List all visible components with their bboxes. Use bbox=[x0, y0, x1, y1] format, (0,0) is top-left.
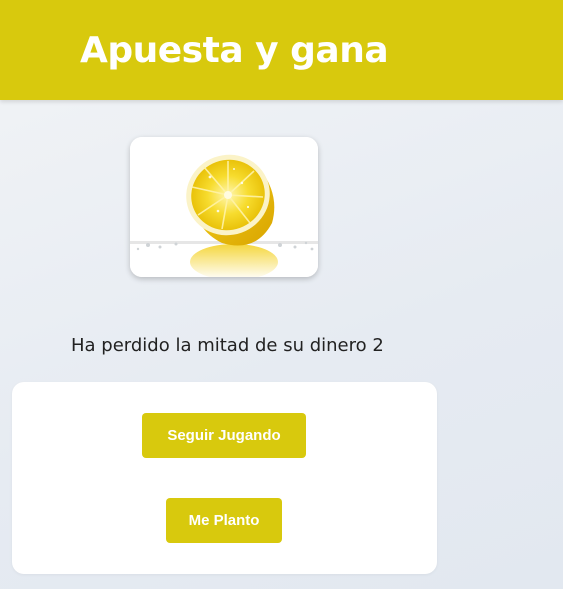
result-image-card bbox=[130, 137, 318, 277]
lemon-half-icon bbox=[130, 137, 318, 277]
app-header: Apuesta y gana bbox=[0, 0, 563, 100]
app-title: Apuesta y gana bbox=[80, 30, 389, 71]
result-message: Ha perdido la mitad de su dinero 2 bbox=[71, 335, 384, 356]
actions-panel: Seguir Jugando Me Planto bbox=[12, 382, 437, 574]
stop-button[interactable]: Me Planto bbox=[166, 498, 282, 543]
continue-playing-button[interactable]: Seguir Jugando bbox=[142, 413, 306, 458]
